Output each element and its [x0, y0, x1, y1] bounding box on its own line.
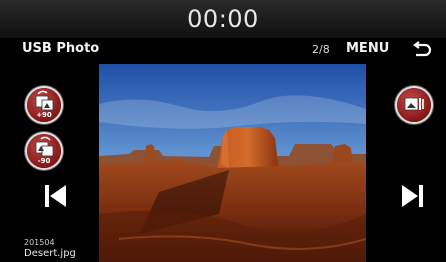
page-title: USB Photo — [22, 41, 100, 56]
slideshow-button[interactable] — [397, 88, 431, 122]
back-button[interactable] — [410, 40, 432, 60]
skip-next-icon — [402, 185, 423, 207]
next-button[interactable] — [398, 182, 426, 210]
file-name: Desert.jpg — [24, 248, 76, 259]
left-control-panel: +90 -90 — [0, 64, 99, 262]
skip-previous-icon — [45, 185, 66, 207]
photo-display[interactable] — [99, 64, 366, 262]
rotate-cw-button[interactable]: +90 — [27, 88, 61, 122]
file-date: 201504 — [24, 238, 55, 247]
slideshow-icon — [404, 97, 424, 111]
right-control-panel — [366, 64, 446, 262]
previous-button[interactable] — [42, 182, 70, 210]
clock: 00:00 — [187, 5, 259, 33]
rotate-cw-label: +90 — [36, 111, 52, 119]
status-bar: 00:00 — [0, 0, 446, 39]
menu-button[interactable]: MENU — [346, 41, 389, 56]
rotate-ccw-label: -90 — [37, 157, 51, 165]
header-bar: USB Photo 2/8 MENU — [0, 38, 446, 62]
back-arrow-icon — [413, 41, 432, 57]
photo-counter: 2/8 — [312, 43, 330, 56]
rotate-ccw-button[interactable]: -90 — [27, 134, 61, 168]
desert-photo — [99, 64, 366, 262]
